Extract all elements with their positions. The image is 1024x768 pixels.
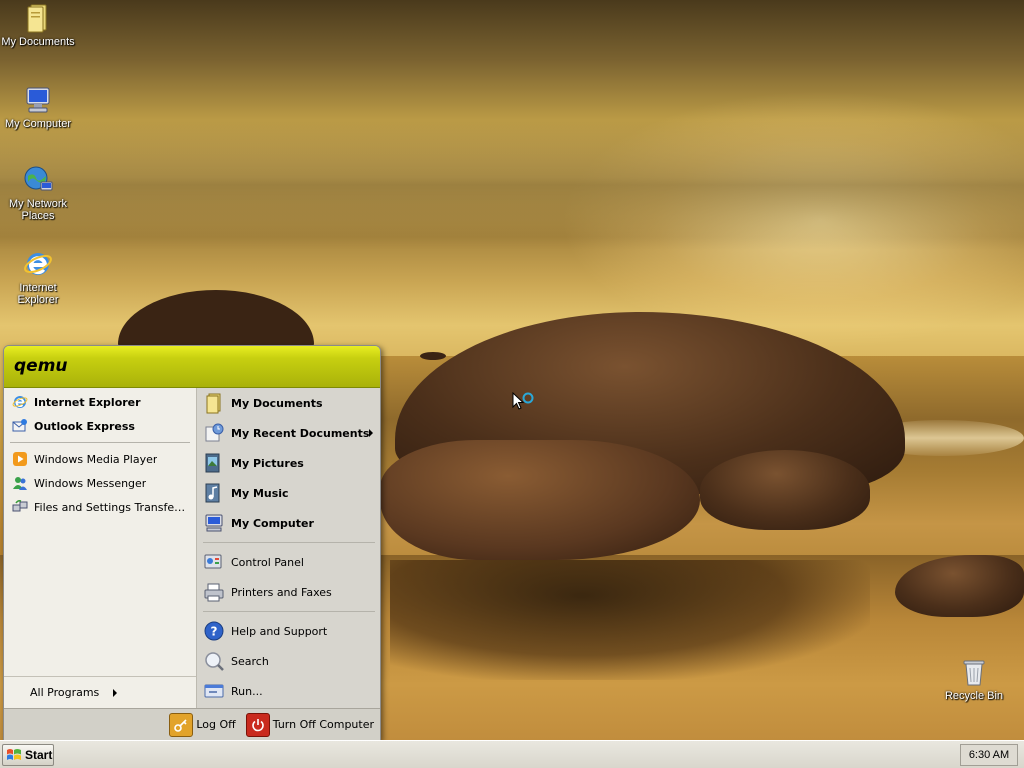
control-panel-item[interactable]: Control Panel: [197, 547, 380, 577]
places-label: My Computer: [231, 516, 314, 530]
turn-off-label: Turn Off Computer: [272, 718, 374, 731]
outlook-express-icon: [12, 419, 27, 432]
my-pictures-icon: [205, 453, 220, 473]
pinned-outlook-express[interactable]: Outlook Express: [4, 414, 196, 438]
side-rock: [700, 450, 870, 530]
recent-documents-icon: [205, 423, 224, 442]
places-my-recent-documents[interactable]: My Recent Documents: [197, 418, 380, 448]
desktop-icon-label: My Computer: [4, 118, 72, 130]
menu-divider: [203, 542, 376, 543]
system-item-label: Help and Support: [231, 624, 328, 638]
taskbar: Start 6:30 AM: [0, 740, 1024, 768]
my-computer-icon: [26, 87, 50, 113]
desktop-icon-my-computer[interactable]: My Computer: [0, 84, 78, 130]
control-panel-icon: [204, 554, 222, 569]
start-menu-header: qemu: [4, 346, 380, 388]
places-label: My Documents: [231, 396, 323, 410]
chevron-right-icon: [113, 688, 118, 697]
internet-explorer-icon: [12, 396, 28, 408]
places-label: My Pictures: [231, 456, 304, 470]
start-label: Start: [25, 748, 53, 762]
menu-divider: [10, 442, 190, 443]
system-item-label: Run...: [231, 684, 263, 698]
places-label: My Recent Documents: [231, 426, 370, 440]
my-computer-icon: [205, 514, 223, 532]
desktop-icon-recycle-bin[interactable]: Recycle Bin: [934, 656, 1014, 702]
key-icon: [169, 712, 194, 737]
places-label: My Music: [231, 486, 289, 500]
log-off-label: Log Off: [196, 718, 236, 731]
tiny-rock: [420, 352, 446, 360]
recent-files-settings-transfer[interactable]: Files and Settings Transfer Wi...: [4, 495, 196, 519]
messenger-icon: [13, 477, 27, 490]
log-off-button[interactable]: Log Off: [169, 712, 236, 737]
desktop-icon-internet-explorer[interactable]: Internet Explorer: [0, 248, 78, 306]
desktop-icon-my-documents[interactable]: My Documents: [0, 2, 78, 48]
front-rock: [380, 440, 700, 560]
recent-windows-messenger[interactable]: Windows Messenger: [4, 471, 196, 495]
media-player-icon: [13, 452, 27, 466]
places-my-computer[interactable]: My Computer: [197, 508, 380, 538]
rock-reflection: [390, 560, 870, 680]
network-places-icon: [24, 166, 53, 191]
recent-program-label: Windows Messenger: [34, 476, 147, 490]
transfer-wizard-icon: [12, 500, 28, 512]
start-menu-right-pane: My Documents My Recent Documents My Pict…: [197, 388, 380, 708]
desktop-icon-label: Internet Explorer: [17, 282, 59, 306]
places-my-music[interactable]: My Music: [197, 478, 380, 508]
svg-text:?: ?: [211, 625, 218, 639]
user-name: qemu: [14, 356, 68, 376]
system-tray-clock[interactable]: 6:30 AM: [960, 744, 1018, 766]
system-item-label: Printers and Faxes: [231, 585, 332, 599]
turn-off-computer-button[interactable]: Turn Off Computer: [245, 712, 374, 737]
start-menu: qemu Internet Explorer Outlook Express W…: [3, 345, 381, 741]
distant-rock: [118, 290, 314, 350]
help-support-item[interactable]: ? Help and Support: [197, 616, 380, 646]
desktop-icon-label: My Documents: [1, 36, 75, 48]
cloud-band: [0, 120, 1024, 250]
windows-flag-icon: [7, 749, 21, 760]
places-my-documents[interactable]: My Documents: [197, 388, 380, 418]
pinned-label: Internet Explorer: [34, 395, 141, 409]
menu-divider: [203, 611, 376, 612]
search-icon: [205, 652, 224, 671]
busy-cursor-icon: [512, 392, 534, 410]
all-programs-button[interactable]: All Programs: [4, 676, 196, 708]
run-icon: [204, 684, 224, 698]
help-icon: ?: [204, 621, 224, 641]
chevron-right-icon: [369, 429, 374, 437]
all-programs-label: All Programs: [30, 686, 100, 699]
recycle-bin-icon: [963, 660, 985, 686]
my-documents-icon: [206, 393, 221, 414]
clock-text: 6:30 AM: [968, 749, 1010, 761]
start-button[interactable]: Start: [2, 744, 54, 766]
power-icon: [245, 712, 270, 737]
run-item[interactable]: Run...: [197, 676, 380, 706]
pinned-internet-explorer[interactable]: Internet Explorer: [4, 390, 196, 414]
recent-program-label: Files and Settings Transfer Wi...: [34, 500, 188, 514]
pinned-label: Outlook Express: [34, 419, 135, 433]
search-item[interactable]: Search: [197, 646, 380, 676]
recent-program-label: Windows Media Player: [34, 452, 158, 466]
internet-explorer-icon: [24, 253, 52, 275]
recent-windows-media-player[interactable]: Windows Media Player: [4, 447, 196, 471]
desktop-icon-network-places[interactable]: My Network Places: [0, 164, 78, 222]
printer-icon: [204, 583, 224, 602]
start-menu-footer: Log Off Turn Off Computer: [4, 708, 380, 740]
places-my-pictures[interactable]: My Pictures: [197, 448, 380, 478]
system-item-label: Control Panel: [231, 555, 304, 569]
printers-faxes-item[interactable]: Printers and Faxes: [197, 577, 380, 607]
system-item-label: Search: [231, 654, 269, 668]
my-music-icon: [205, 483, 220, 503]
my-documents-icon: [27, 4, 47, 33]
desktop-icon-label: My Network Places: [8, 198, 68, 222]
start-menu-left-pane: Internet Explorer Outlook Express Window…: [4, 388, 197, 708]
desktop-icon-label: Recycle Bin: [944, 690, 1004, 702]
